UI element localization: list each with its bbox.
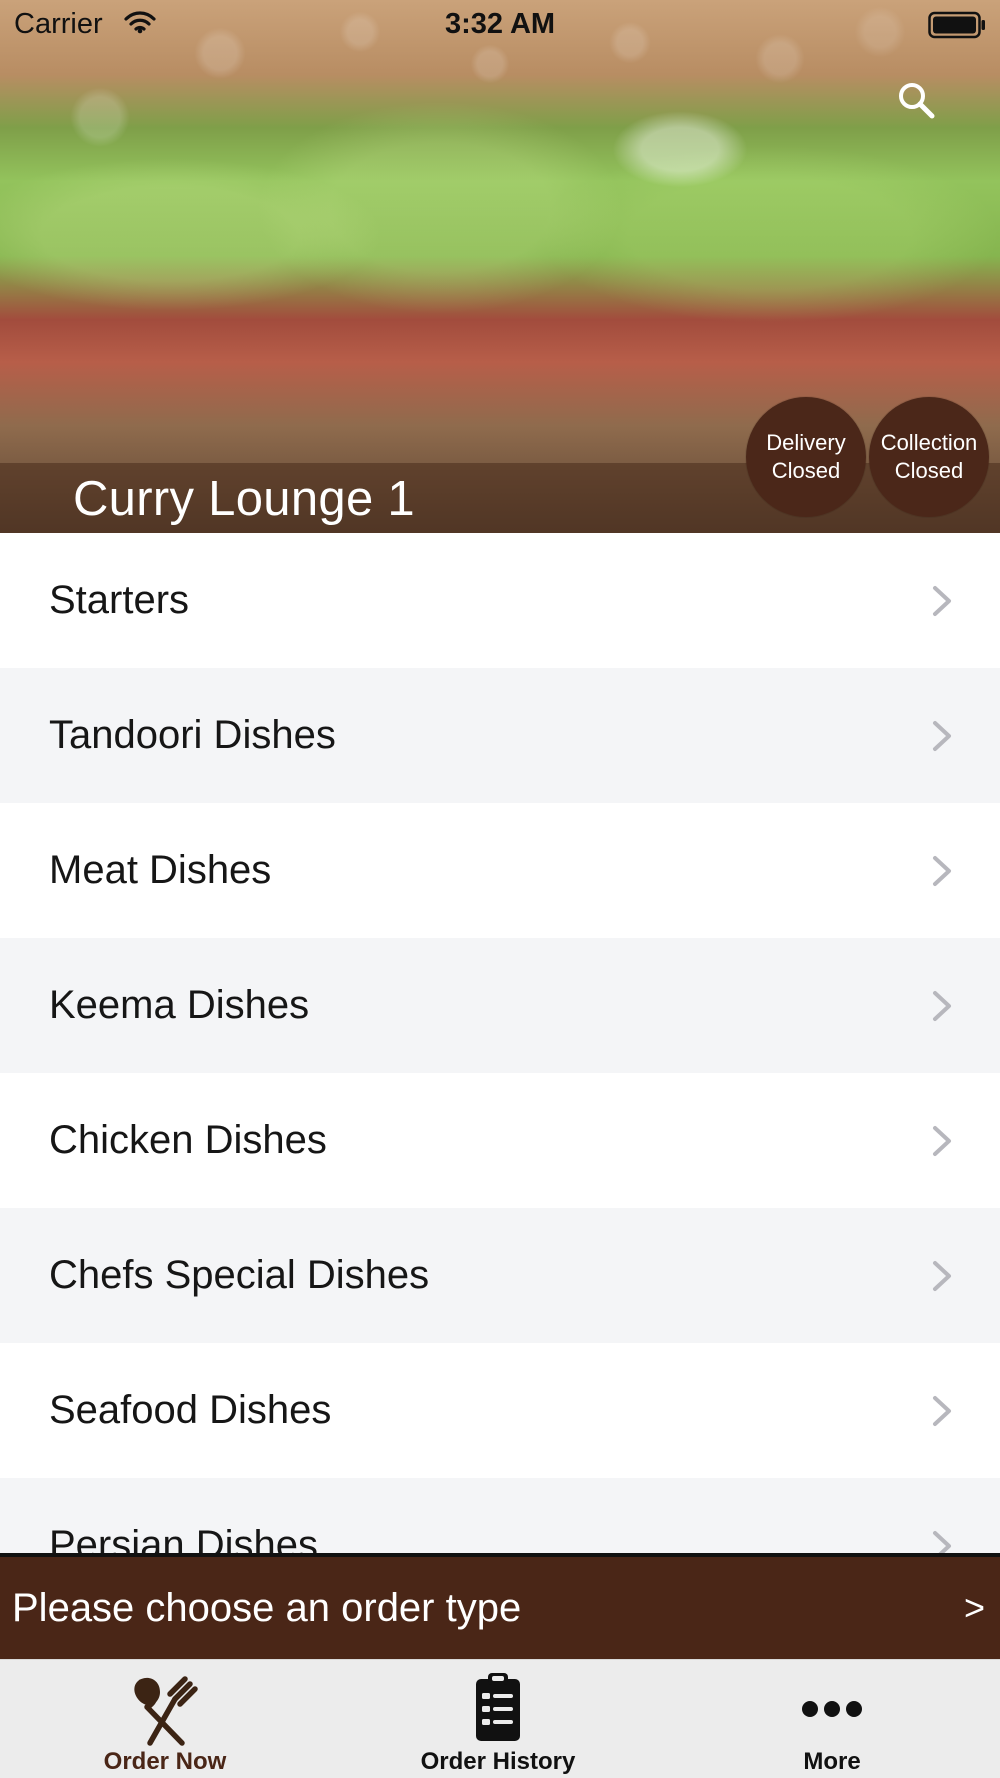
collection-status-badge: Collection Closed (869, 397, 989, 517)
utensils-icon (134, 1676, 198, 1746)
tab-label: Order History (420, 1748, 576, 1775)
menu-item-label: Chicken Dishes (49, 1118, 327, 1162)
clipboard-list-icon (476, 1673, 520, 1741)
chevron-right-icon (933, 720, 951, 751)
collection-status-line2: Closed (894, 458, 964, 483)
bottom-tab-bar: Order Now Order History More (0, 1659, 1000, 1778)
search-button[interactable] (894, 78, 940, 124)
menu-item-label: Seafood Dishes (49, 1388, 332, 1432)
more-icon (802, 1701, 862, 1717)
tab-label: Order Now (103, 1748, 227, 1775)
menu-item-starters[interactable]: Starters (0, 533, 1000, 668)
tab-more[interactable]: More (707, 1660, 957, 1778)
menu-item-meat-dishes[interactable]: Meat Dishes (0, 803, 1000, 938)
status-bar: Carrier 3:32 AM (0, 0, 1000, 50)
search-icon (899, 83, 935, 119)
tab-order-history[interactable]: Order History (373, 1660, 623, 1778)
menu-item-keema-dishes[interactable]: Keema Dishes (0, 938, 1000, 1073)
tab-label: More (803, 1748, 861, 1775)
chevron-right-icon (933, 1395, 951, 1426)
menu-item-label: Persian Dishes (49, 1523, 319, 1553)
chevron-right-icon (933, 585, 951, 616)
delivery-status-line2: Closed (771, 458, 841, 483)
menu-item-seafood-dishes[interactable]: Seafood Dishes (0, 1343, 1000, 1478)
order-type-prompt-text: Please choose an order type (12, 1585, 522, 1630)
delivery-status-line1: Delivery (766, 430, 846, 455)
order-type-prompt-arrow: > (963, 1587, 985, 1628)
chevron-right-icon (933, 990, 951, 1021)
menu-item-chicken-dishes[interactable]: Chicken Dishes (0, 1073, 1000, 1208)
menu-item-label: Keema Dishes (49, 983, 310, 1027)
app-screen: Curry Lounge 1 Carrier 3:32 AM Delivery … (0, 0, 1000, 1778)
chevron-right-icon (933, 1530, 951, 1553)
restaurant-title: Curry Lounge 1 (73, 472, 415, 526)
menu-category-list: Starters Tandoori Dishes Meat Dishes Kee… (0, 533, 1000, 1553)
chevron-right-icon (933, 855, 951, 886)
menu-item-label: Chefs Special Dishes (49, 1253, 430, 1297)
order-type-prompt[interactable]: Please choose an order type > (0, 1553, 1000, 1659)
menu-item-chefs-special-dishes[interactable]: Chefs Special Dishes (0, 1208, 1000, 1343)
menu-item-persian-dishes[interactable]: Persian Dishes (0, 1478, 1000, 1553)
menu-item-tandoori-dishes[interactable]: Tandoori Dishes (0, 668, 1000, 803)
menu-item-label: Tandoori Dishes (49, 713, 336, 757)
chevron-right-icon (933, 1125, 951, 1156)
collection-status-line1: Collection (880, 430, 978, 455)
status-time: 3:32 AM (444, 8, 556, 40)
menu-item-label: Meat Dishes (49, 848, 272, 892)
delivery-status-badge: Delivery Closed (746, 397, 866, 517)
chevron-right-icon (933, 1260, 951, 1291)
menu-item-label: Starters (49, 578, 190, 622)
tab-order-now[interactable]: Order Now (40, 1660, 290, 1778)
battery-icon (928, 11, 985, 39)
